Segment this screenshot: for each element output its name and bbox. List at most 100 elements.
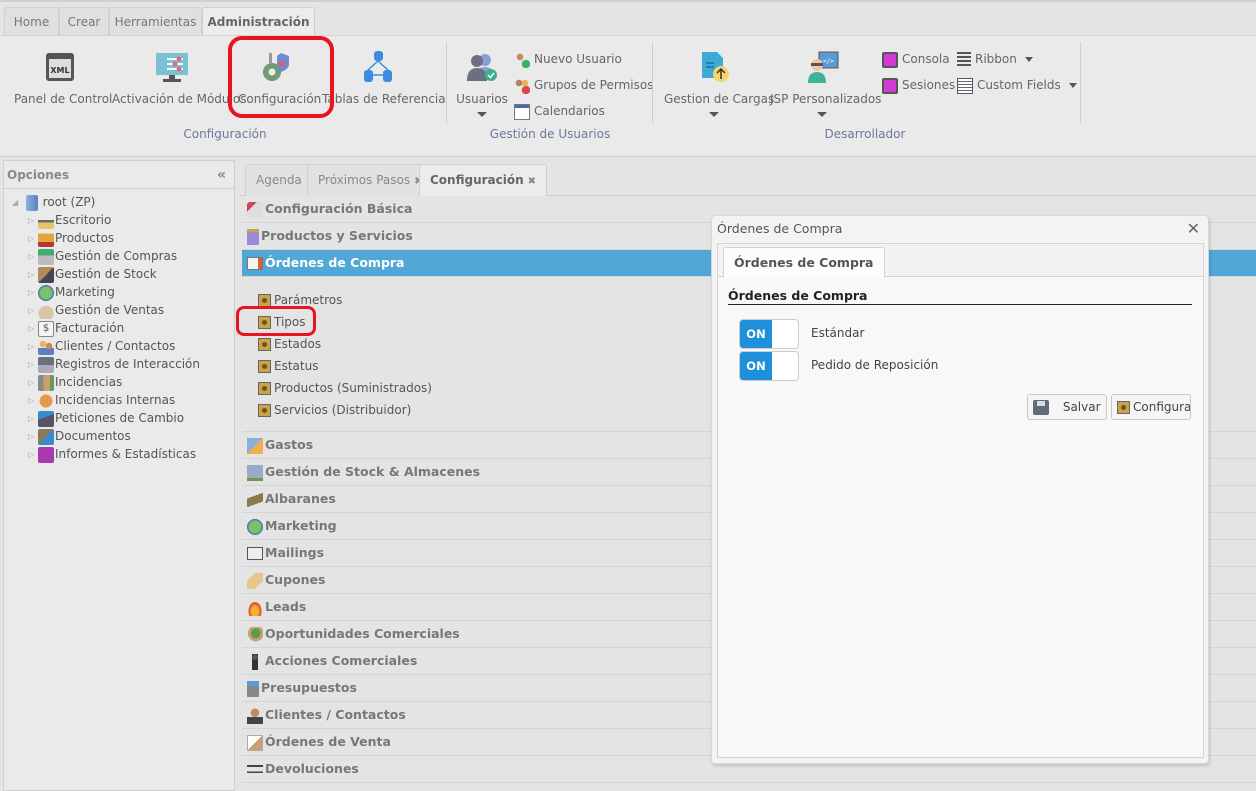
section-label: Albaranes xyxy=(265,491,336,506)
calendarios-button[interactable]: Calendarios xyxy=(514,102,605,120)
collapsed-triangle-icon[interactable]: ▷ xyxy=(28,320,38,338)
jsp-personalizados-button[interactable]: </> JSP Personalizados xyxy=(770,50,881,117)
collapsed-triangle-icon[interactable]: ▷ xyxy=(28,428,38,446)
configuracion-label: Configuración xyxy=(238,92,322,106)
gear-icon xyxy=(258,360,271,373)
gestion-cargas-button[interactable]: Gestion de Cargas xyxy=(664,50,774,117)
grupos-permisos-button[interactable]: Grupos de Permisos xyxy=(514,76,653,94)
nuevo-usuario-button[interactable]: Nuevo Usuario xyxy=(514,50,622,68)
consola-button[interactable]: Consola xyxy=(882,50,950,68)
toggle-label: Pedido de Reposición xyxy=(811,358,939,372)
tree-item-gestion-stock[interactable]: ▷ Gestión de Stock xyxy=(4,265,234,283)
tree-item-clientes-contactos[interactable]: ▷ Clientes / Contactos xyxy=(4,337,234,355)
chevron-down-icon xyxy=(817,112,827,117)
estandar-toggle[interactable]: ON xyxy=(739,319,799,349)
expanded-triangle-icon[interactable]: ◢ xyxy=(12,194,22,212)
checklist-icon xyxy=(247,201,263,218)
tree-item-marketing[interactable]: ▷ Marketing xyxy=(4,283,234,301)
tree-item-gestion-compras[interactable]: ▷ Gestión de Compras xyxy=(4,247,234,265)
svg-text:XML: XML xyxy=(50,66,69,75)
tablas-referencia-button[interactable]: Tablas de Referencia xyxy=(322,50,446,106)
sesiones-button[interactable]: Sesiones xyxy=(882,76,955,94)
globe-wand-icon xyxy=(38,284,54,301)
collapsed-triangle-icon[interactable]: ▷ xyxy=(28,302,38,320)
interaction-icon xyxy=(38,356,54,373)
ribbon-tab-administracion[interactable]: Administración xyxy=(202,7,315,38)
collapsed-triangle-icon[interactable]: ▷ xyxy=(28,374,38,392)
collapsed-triangle-icon[interactable]: ▷ xyxy=(28,248,38,266)
collapsed-triangle-icon[interactable]: ▷ xyxy=(28,446,38,464)
tree-item-label: Gestión de Ventas xyxy=(55,303,165,317)
collapsed-triangle-icon[interactable]: ▷ xyxy=(28,356,38,374)
pedido-reposicion-toggle[interactable]: ON xyxy=(739,351,799,381)
content-tab-bar: Agenda Próximos Pasos✖ Configuración ✖ xyxy=(240,160,1256,196)
calculator-icon xyxy=(247,680,259,697)
collapse-sidebar-button[interactable]: « xyxy=(217,161,226,189)
activacion-modulos-button[interactable]: Activación de Módulos xyxy=(112,50,246,106)
usuarios-button[interactable]: Usuarios xyxy=(456,50,508,117)
panel-de-control-button[interactable]: XML Panel de Control xyxy=(14,50,112,106)
tree-item-incidencias-internas[interactable]: ▷ Incidencias Internas xyxy=(4,391,234,409)
gear-icon xyxy=(258,294,271,307)
tree-item-informes[interactable]: ▷ Informes & Estadísticas xyxy=(4,445,234,463)
xml-window-icon: XML xyxy=(46,53,74,81)
ribbon-tab-herramientas[interactable]: Herramientas xyxy=(109,7,202,37)
tree-item-documentos[interactable]: ▷ Documentos xyxy=(4,427,234,445)
sidebar-header: Opciones « xyxy=(4,161,234,189)
tree-item-registros-interaccion[interactable]: ▷ Registros de Interacción xyxy=(4,355,234,373)
desk-icon xyxy=(38,212,54,229)
ribbon-tab-home[interactable]: Home xyxy=(4,7,59,37)
tab-configuracion[interactable]: Configuración ✖ xyxy=(419,164,548,196)
form-fields-icon xyxy=(957,77,973,94)
bug-icon xyxy=(38,392,54,409)
section-label: Productos y Servicios xyxy=(261,228,413,243)
tree-item-escritorio[interactable]: ▷ Escritorio xyxy=(4,211,234,229)
collapsed-triangle-icon[interactable]: ▷ xyxy=(28,284,38,302)
tree-root-label: root (ZP) xyxy=(42,195,96,209)
configuracion-button[interactable]: Configuración xyxy=(238,50,322,106)
dialog-tab-ordenes-compra[interactable]: Órdenes de Compra xyxy=(723,247,885,278)
return-cart-icon xyxy=(247,761,263,778)
collapsed-triangle-icon[interactable]: ▷ xyxy=(28,392,38,410)
section-label: Órdenes de Venta xyxy=(265,734,391,749)
tree-item-facturacion[interactable]: ▷ $ Facturación xyxy=(4,319,234,337)
gear-icon xyxy=(258,316,271,329)
tree-item-peticiones-cambio[interactable]: ▷ Peticiones de Cambio xyxy=(4,409,234,427)
tree-item-label: Escritorio xyxy=(55,213,112,227)
section-label: Órdenes de Compra xyxy=(265,255,405,270)
gear-wrench-shield-icon xyxy=(263,53,289,81)
collapsed-triangle-icon[interactable]: ▷ xyxy=(28,266,38,284)
close-dialog-button[interactable]: ✕ xyxy=(1187,219,1200,238)
section-label: Leads xyxy=(265,599,307,614)
warehouse-icon xyxy=(247,464,263,481)
tree-item-incidencias[interactable]: ▷ Incidencias xyxy=(4,373,234,391)
svg-text:</>: </> xyxy=(823,58,834,65)
sesiones-label: Sesiones xyxy=(902,78,956,92)
ribbon-button[interactable]: Ribbon xyxy=(957,50,1033,68)
section-label: Gastos xyxy=(265,437,314,452)
dialog-tab-bar: Órdenes de Compra xyxy=(718,244,1203,278)
salvar-button[interactable]: Salvar xyxy=(1027,394,1107,420)
contact-person-icon xyxy=(247,707,263,724)
tree-root[interactable]: ◢ root (ZP) xyxy=(4,193,234,211)
collapsed-triangle-icon[interactable]: ▷ xyxy=(28,410,38,428)
sidebar-title: Opciones xyxy=(7,168,70,182)
custom-fields-button[interactable]: Custom Fields xyxy=(957,76,1077,94)
collapsed-triangle-icon[interactable]: ▷ xyxy=(28,212,38,230)
tab-proximos-pasos[interactable]: Próximos Pasos✖ xyxy=(307,164,434,196)
tab-agenda[interactable]: Agenda xyxy=(245,164,313,196)
expenses-icon xyxy=(247,437,263,454)
ribbon-label: Ribbon xyxy=(975,52,1017,66)
close-tab-icon[interactable]: ✖ xyxy=(528,176,536,187)
collapsed-triangle-icon[interactable]: ▷ xyxy=(28,338,38,356)
tree-item-gestion-ventas[interactable]: ▷ Gestión de Ventas xyxy=(4,301,234,319)
monitor-sliders-icon xyxy=(156,53,188,82)
collapsed-triangle-icon[interactable]: ▷ xyxy=(28,230,38,248)
opportunity-icon xyxy=(247,626,263,643)
tree-item-label: Gestión de Compras xyxy=(55,249,178,263)
ribbon-tab-crear[interactable]: Crear xyxy=(59,7,109,37)
tree-item-productos[interactable]: ▷ Productos xyxy=(4,229,234,247)
configurar-button[interactable]: Configurar xyxy=(1111,394,1191,420)
group-label-desarrollador: Desarrollador xyxy=(824,127,906,141)
chart-icon xyxy=(38,446,54,463)
